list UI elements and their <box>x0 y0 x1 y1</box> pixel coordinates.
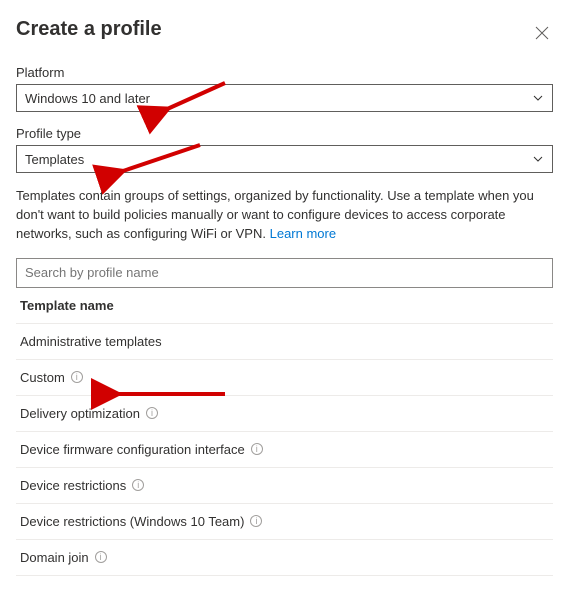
learn-more-link[interactable]: Learn more <box>270 226 336 241</box>
templates-description: Templates contain groups of settings, or… <box>16 187 553 244</box>
info-icon[interactable]: i <box>71 371 83 383</box>
chevron-down-icon <box>532 153 544 165</box>
table-row[interactable]: Delivery optimization i <box>16 396 553 432</box>
profile-type-value: Templates <box>25 152 84 167</box>
template-name: Device restrictions (Windows 10 Team) <box>20 514 244 529</box>
platform-select[interactable]: Windows 10 and later <box>16 84 553 112</box>
template-name: Administrative templates <box>20 334 162 349</box>
close-button[interactable] <box>531 22 553 49</box>
info-icon[interactable]: i <box>250 515 262 527</box>
template-name: Custom <box>20 370 65 385</box>
template-name: Domain join <box>20 550 89 565</box>
page-title: Create a profile <box>16 18 162 41</box>
template-name: Delivery optimization <box>20 406 140 421</box>
table-row[interactable]: Device firmware configuration interface i <box>16 432 553 468</box>
profile-type-select[interactable]: Templates <box>16 145 553 173</box>
table-row[interactable]: Device restrictions (Windows 10 Team) i <box>16 504 553 540</box>
close-icon <box>535 27 549 44</box>
template-name-column-header[interactable]: Template name <box>16 288 553 324</box>
info-icon[interactable]: i <box>95 551 107 563</box>
info-icon[interactable]: i <box>251 443 263 455</box>
platform-label: Platform <box>16 65 553 80</box>
platform-value: Windows 10 and later <box>25 91 150 106</box>
table-row[interactable]: Domain join i <box>16 540 553 576</box>
info-icon[interactable]: i <box>132 479 144 491</box>
chevron-down-icon <box>532 92 544 104</box>
table-row[interactable]: Administrative templates <box>16 324 553 360</box>
profile-type-label: Profile type <box>16 126 553 141</box>
table-row[interactable]: Device restrictions i <box>16 468 553 504</box>
search-input[interactable] <box>16 258 553 288</box>
table-row[interactable]: Customi <box>16 360 553 396</box>
template-name: Device firmware configuration interface <box>20 442 245 457</box>
info-icon[interactable]: i <box>146 407 158 419</box>
template-name: Device restrictions <box>20 478 126 493</box>
